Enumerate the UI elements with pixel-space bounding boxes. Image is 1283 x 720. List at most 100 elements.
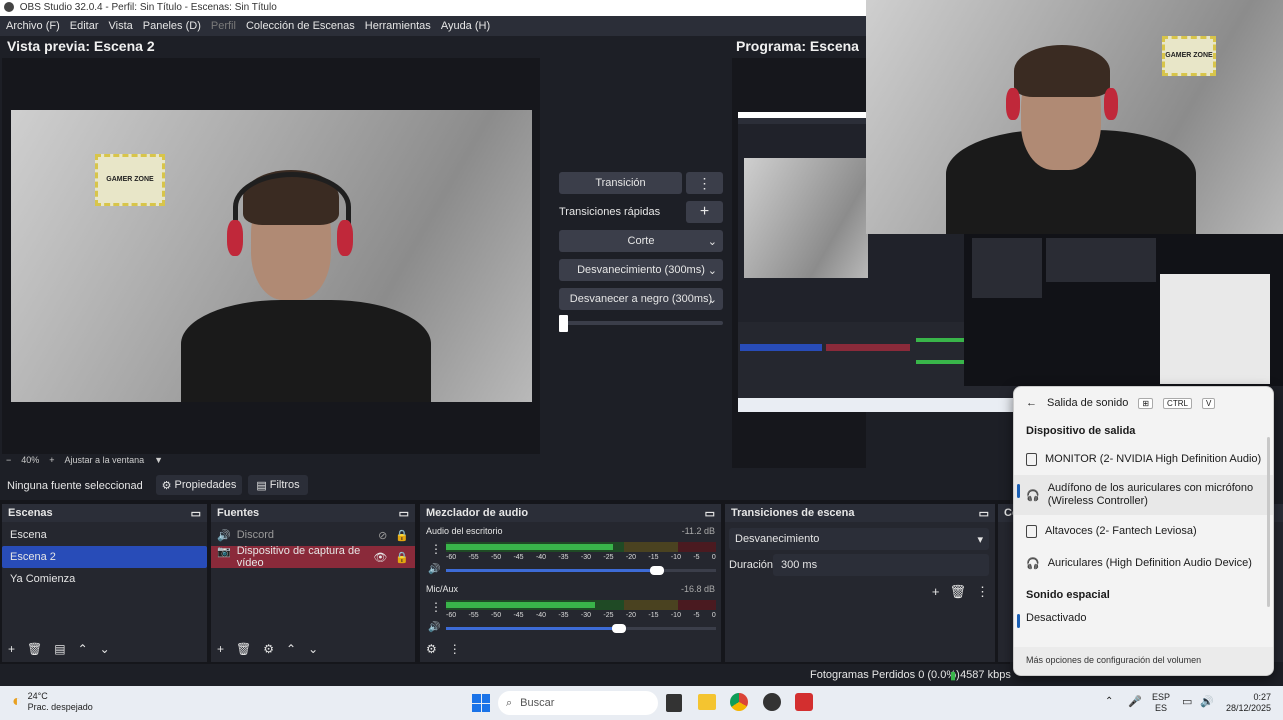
- transition-select[interactable]: Desvanecimiento ▾: [729, 528, 989, 550]
- meter-tick-label: -45: [513, 612, 524, 619]
- zoom-out-icon[interactable]: −: [6, 455, 11, 465]
- chevron-up-icon[interactable]: ⌃: [78, 642, 88, 656]
- chrome-icon[interactable]: [730, 693, 748, 711]
- source-item[interactable]: 🔊 Discord ⊘ 🔒: [211, 524, 415, 546]
- meter-tick-label: -60: [446, 612, 457, 619]
- sources-dock-title: Fuentes ▭: [211, 504, 415, 522]
- duration-input[interactable]: 300 ms: [773, 554, 989, 576]
- trash-icon[interactable]: 🗑: [949, 584, 966, 600]
- clock[interactable]: 0:27 28/12/2025: [1226, 692, 1271, 714]
- filter-icon: ▤: [256, 479, 267, 492]
- scene-item[interactable]: Escena: [2, 524, 207, 546]
- chevron-down-icon[interactable]: ⌄: [308, 642, 318, 656]
- dock-float-icon[interactable]: ▭: [705, 507, 715, 520]
- app-taskbar-icon[interactable]: [795, 693, 813, 711]
- channel-more-icon[interactable]: ⋮: [430, 542, 442, 556]
- menu-archivo[interactable]: Archivo (F): [6, 20, 60, 32]
- volume-slider-handle[interactable]: [611, 624, 626, 633]
- chevron-up-icon[interactable]: ⌃: [286, 642, 296, 656]
- more-vertical-icon[interactable]: ⋮: [449, 642, 461, 656]
- channel-more-icon[interactable]: ⋮: [430, 600, 442, 614]
- more-vertical-icon[interactable]: ⋮: [976, 584, 989, 600]
- windows-start-icon[interactable]: [472, 694, 490, 712]
- chevron-up-icon[interactable]: ⌃: [1105, 696, 1113, 707]
- weather-temp: 24°C: [27, 691, 48, 701]
- menu-herramientas[interactable]: Herramientas: [365, 20, 431, 32]
- preview-webcam-image[interactable]: GAMER ZONE: [11, 110, 532, 402]
- chevron-down-icon[interactable]: ▼: [154, 455, 163, 465]
- gamer-zone-sticker-overlay: GAMER ZONE: [1162, 36, 1216, 76]
- more-volume-settings-link[interactable]: Más opciones de configuración del volume…: [1014, 647, 1273, 675]
- add-icon[interactable]: +: [8, 642, 15, 656]
- filters-button[interactable]: ▤ Filtros: [248, 475, 308, 495]
- audio-mixer-dock: Mezclador de audio ▭ Audio del escritorio…: [420, 504, 721, 662]
- source-item-selected[interactable]: 📷 Dispositivo de captura de vídeo 👁 🔒: [211, 545, 415, 569]
- meter-tick-label: -20: [625, 612, 636, 619]
- device-speakers[interactable]: Altavoces (2- Fantech Leviosa): [1014, 515, 1273, 547]
- advanced-audio-icon[interactable]: ⚙: [426, 642, 437, 656]
- chevron-down-icon[interactable]: ⌄: [100, 642, 110, 656]
- weather-widget[interactable]: ◐ 24°C Prac. despejado: [12, 691, 93, 713]
- channel-name: Mic/Aux: [426, 584, 459, 594]
- obs-taskbar-icon[interactable]: [763, 693, 781, 711]
- tbar-handle[interactable]: [559, 315, 568, 332]
- network-icon[interactable]: ▭: [1182, 695, 1192, 708]
- volume-slider-handle[interactable]: [649, 566, 664, 575]
- add-quick-transition-icon[interactable]: +: [686, 201, 723, 223]
- meter-tick-label: -25: [603, 554, 614, 561]
- gear-icon: ⚙: [161, 479, 172, 492]
- dock-float-icon[interactable]: ▭: [399, 507, 409, 520]
- device-headphones[interactable]: 🎧 Auriculares (High Definition Audio Devi…: [1014, 547, 1273, 579]
- volume-icon[interactable]: 🔊: [1200, 695, 1214, 708]
- flyout-scrollbar[interactable]: [1267, 437, 1270, 607]
- scenes-dock-title: Escenas ▭: [2, 504, 207, 522]
- taskview-icon[interactable]: [666, 694, 682, 712]
- gamer-zone-sticker: GAMER ZONE: [95, 154, 165, 206]
- scene-item-selected[interactable]: Escena 2: [2, 546, 207, 568]
- transition-more-icon[interactable]: ⋮: [686, 172, 723, 194]
- properties-button[interactable]: ⚙ Propiedades: [156, 475, 242, 495]
- lock-icon[interactable]: 🔒: [395, 551, 409, 564]
- menu-ayuda[interactable]: Ayuda (H): [441, 20, 490, 32]
- taskbar-search[interactable]: ⌕ Buscar: [498, 691, 658, 715]
- menu-editar[interactable]: Editar: [70, 20, 99, 32]
- eye-hidden-icon[interactable]: ⊘: [378, 529, 387, 542]
- dock-float-icon[interactable]: ▭: [191, 507, 201, 520]
- device-headset-active[interactable]: 🎧 Audífono de los auriculares con micrófo…: [1014, 475, 1273, 515]
- add-icon[interactable]: +: [932, 584, 940, 600]
- zoom-in-icon[interactable]: +: [49, 455, 54, 465]
- menu-perfil[interactable]: Perfil: [211, 20, 236, 32]
- mute-speaker-icon[interactable]: 🔊: [428, 622, 440, 633]
- quick-transition-fade[interactable]: Desvanecimiento (300ms) ⌄: [559, 259, 723, 281]
- trash-icon[interactable]: 🗑: [27, 642, 42, 656]
- trash-icon[interactable]: 🗑: [236, 642, 251, 656]
- microphone-icon[interactable]: 🎤: [1128, 695, 1142, 708]
- scenes-dock: Escenas ▭ Escena Escena 2 Ya Comienza + 🗑…: [2, 504, 207, 662]
- menu-paneles[interactable]: Paneles (D): [143, 20, 201, 32]
- gear-icon[interactable]: ⚙: [263, 642, 274, 656]
- tbar-track[interactable]: [559, 321, 723, 325]
- spatial-sound-option[interactable]: Desactivado: [1014, 605, 1273, 631]
- volume-slider[interactable]: [446, 624, 716, 633]
- back-arrow-icon[interactable]: ←: [1026, 397, 1037, 409]
- add-icon[interactable]: +: [217, 642, 224, 656]
- menu-coleccion[interactable]: Colección de Escenas: [246, 20, 355, 32]
- filter-icon[interactable]: ▤: [54, 642, 65, 656]
- transition-button[interactable]: Transición: [559, 172, 682, 194]
- menu-vista[interactable]: Vista: [109, 20, 133, 32]
- mute-speaker-icon[interactable]: 🔊: [428, 564, 440, 575]
- preview-zoom-bar: − 40% + Ajustar a la ventana ▼: [6, 455, 163, 465]
- language-indicator[interactable]: ESP ES: [1152, 692, 1170, 714]
- fit-window-label[interactable]: Ajustar a la ventana: [65, 455, 145, 465]
- meter-tick-label: -5: [693, 554, 700, 561]
- device-monitor[interactable]: MONITOR (2- NVIDIA High Definition Audio…: [1014, 443, 1273, 475]
- scene-item[interactable]: Ya Comienza: [2, 568, 207, 590]
- file-explorer-icon[interactable]: [698, 694, 716, 710]
- volume-slider[interactable]: [446, 566, 716, 575]
- quick-transition-fade-black[interactable]: Desvanecer a negro (300ms) ⌄: [559, 288, 723, 310]
- lock-icon[interactable]: 🔒: [395, 529, 409, 542]
- quick-transition-corte[interactable]: Corte ⌄: [559, 230, 723, 252]
- flyout-title: Salida de sonido: [1047, 397, 1129, 409]
- eye-icon[interactable]: 👁: [373, 551, 387, 564]
- dock-float-icon[interactable]: ▭: [979, 507, 989, 520]
